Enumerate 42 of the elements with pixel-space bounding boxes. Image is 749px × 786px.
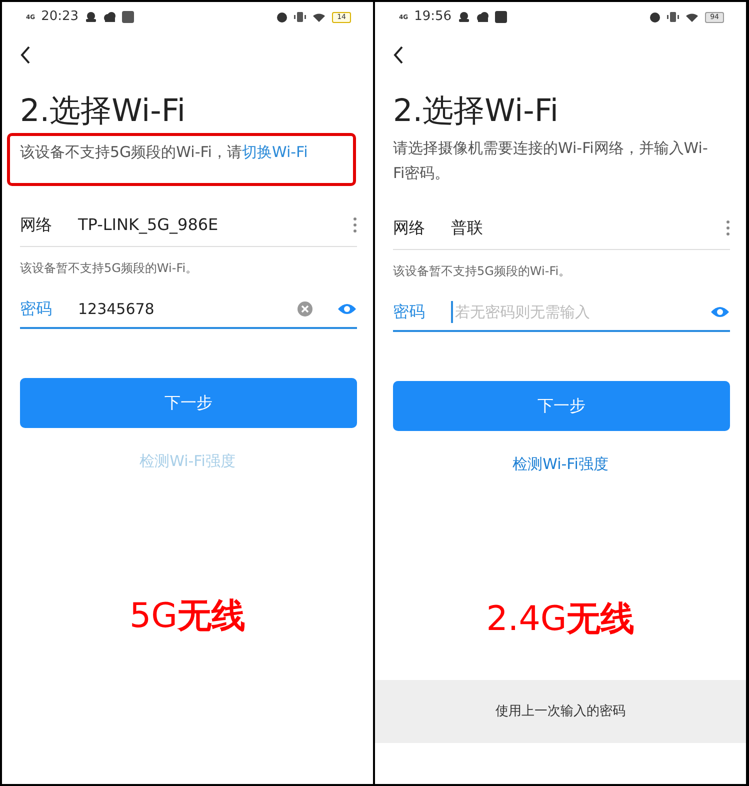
back-icon[interactable] <box>391 44 405 66</box>
network-name[interactable]: 普联 <box>451 216 726 240</box>
network-label: 网络 <box>393 216 426 239</box>
next-button[interactable]: 下一步 <box>393 381 730 432</box>
network-name[interactable]: TP-LINK_5G_986E <box>78 212 353 237</box>
clock: 19:56 <box>414 8 452 26</box>
page-title: 2.选择Wi-Fi <box>20 94 187 128</box>
password-label: 密码 <box>393 301 426 324</box>
caption: 5G无线 <box>130 594 246 638</box>
cloud-icon <box>476 11 489 23</box>
next-button[interactable]: 下一步 <box>20 378 357 428</box>
back-icon[interactable] <box>18 44 32 66</box>
description: 该设备不支持5G频段的Wi-Fi，请切换Wi-Fi <box>10 136 353 184</box>
detect-wifi-link[interactable]: 检测Wi-Fi强度 <box>512 453 608 476</box>
notification-icon <box>84 11 97 23</box>
password-field[interactable]: 若无密码则无需输入 <box>451 300 710 324</box>
cloud-icon <box>102 11 116 23</box>
eye-icon[interactable] <box>337 302 357 316</box>
switch-wifi-link[interactable]: 切换Wi-Fi <box>242 143 308 162</box>
notification-icon <box>458 11 470 23</box>
more-icon[interactable] <box>726 220 730 236</box>
hint-text: 该设备暂不支持5G频段的Wi-Fi。 <box>393 263 572 280</box>
page-title: 2.选择Wi-Fi <box>393 94 560 128</box>
caption: 2.4G无线 <box>486 598 635 641</box>
password-field[interactable]: 12345678 <box>78 298 297 320</box>
alarm-icon <box>649 11 662 23</box>
alarm-icon <box>276 11 288 23</box>
hint-text: 该设备暂不支持5G频段的Wi-Fi。 <box>20 260 199 278</box>
clear-icon[interactable] <box>297 301 313 318</box>
more-icon[interactable] <box>353 216 357 233</box>
password-label: 密码 <box>20 298 53 320</box>
network-label: 网络 <box>20 214 53 236</box>
vibrate-icon <box>294 11 306 23</box>
use-last-password-option[interactable]: 使用上一次输入的密码 <box>496 702 626 722</box>
clock: 20:23 <box>41 8 79 26</box>
app-icon <box>122 11 134 23</box>
wifi-icon <box>685 11 700 23</box>
eye-icon[interactable] <box>710 305 730 320</box>
vibrate-icon <box>667 11 680 23</box>
wifi-icon <box>312 11 326 23</box>
description: 请选择摄像机需要连接的Wi-Fi网络，并输入Wi-Fi密码。 <box>393 138 709 184</box>
app-icon <box>494 11 507 23</box>
